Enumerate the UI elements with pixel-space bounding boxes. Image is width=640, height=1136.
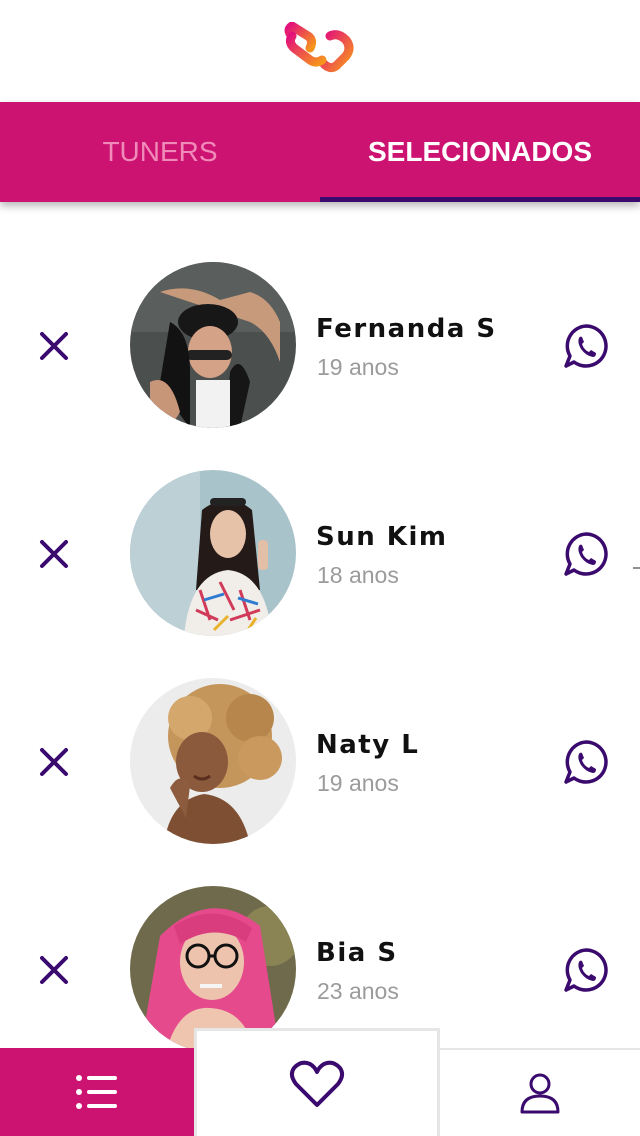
close-icon[interactable] bbox=[34, 534, 74, 574]
avatar bbox=[130, 470, 296, 636]
list-item: Naty L 19 anos bbox=[0, 618, 640, 844]
heart-icon bbox=[289, 1060, 345, 1107]
bottom-navigation bbox=[0, 1028, 640, 1136]
tab-bar: TUNERS SELECIONADOS bbox=[0, 102, 640, 202]
list-item: Bia S 23 anos bbox=[0, 826, 640, 1048]
person-name: Bia S bbox=[316, 938, 398, 968]
selected-list: Fernanda S 19 anos Sun Kim 18 anos Naty … bbox=[0, 202, 640, 1048]
avatar bbox=[130, 678, 296, 844]
nav-list-button[interactable] bbox=[0, 1048, 194, 1136]
link-logo-icon bbox=[284, 22, 354, 73]
close-icon[interactable] bbox=[34, 742, 74, 782]
list-item: Fernanda S 19 anos bbox=[0, 202, 640, 428]
list-icon bbox=[76, 1075, 117, 1109]
app-header bbox=[0, 0, 640, 102]
person-age: 19 anos bbox=[317, 770, 399, 796]
whatsapp-icon[interactable] bbox=[562, 946, 610, 994]
avatar bbox=[130, 886, 296, 1048]
scroll-indicator bbox=[633, 567, 640, 569]
person-age: 18 anos bbox=[317, 562, 399, 588]
person-name: Sun Kim bbox=[316, 522, 448, 552]
whatsapp-icon[interactable] bbox=[562, 322, 610, 370]
avatar bbox=[130, 262, 296, 428]
close-icon[interactable] bbox=[34, 950, 74, 990]
person-name: Naty L bbox=[316, 730, 420, 760]
nav-profile-button[interactable] bbox=[440, 1048, 640, 1136]
person-name: Fernanda S bbox=[316, 314, 497, 344]
person-age: 23 anos bbox=[317, 978, 399, 1004]
user-icon bbox=[520, 1073, 560, 1114]
active-tab-indicator bbox=[320, 197, 640, 202]
close-icon[interactable] bbox=[34, 326, 74, 366]
person-age: 19 anos bbox=[317, 354, 399, 380]
tab-tuners[interactable]: TUNERS bbox=[0, 102, 320, 202]
nav-favorites-button[interactable] bbox=[194, 1028, 440, 1136]
tab-selecionados[interactable]: SELECIONADOS bbox=[320, 102, 640, 202]
list-item: Sun Kim 18 anos bbox=[0, 410, 640, 636]
whatsapp-icon[interactable] bbox=[562, 530, 610, 578]
whatsapp-icon[interactable] bbox=[562, 738, 610, 786]
